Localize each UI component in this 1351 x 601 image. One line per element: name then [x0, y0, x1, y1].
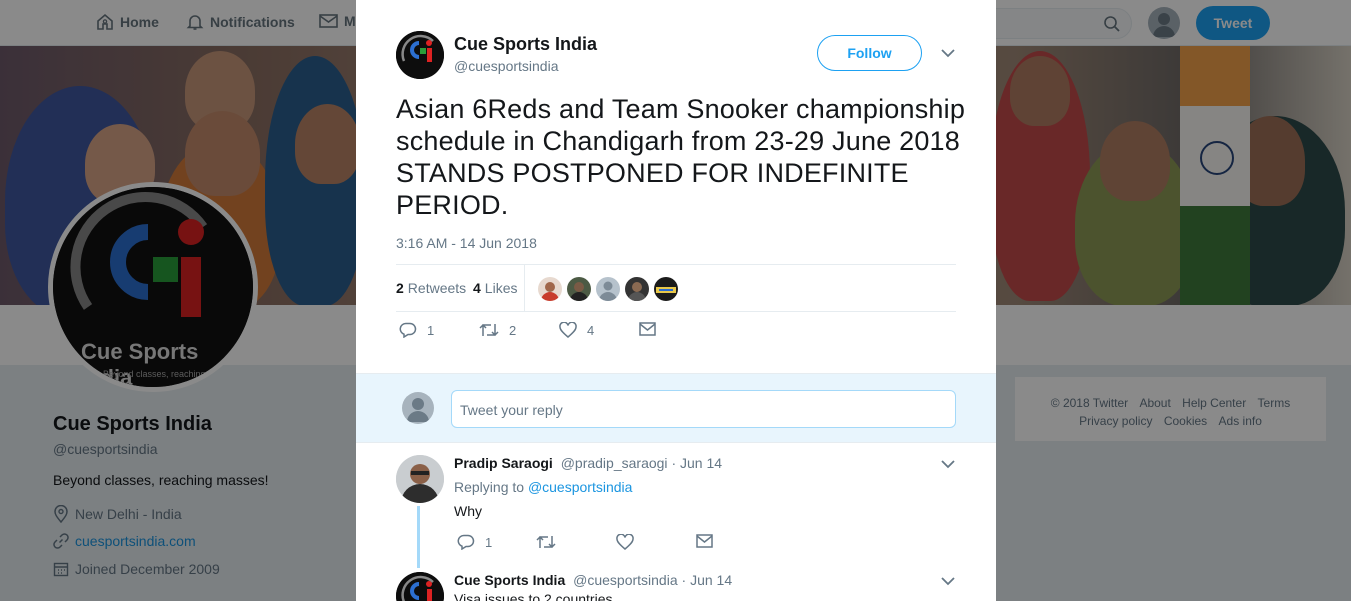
tweet-stats: 2 Retweets 4 Likes [396, 264, 956, 312]
reply-date[interactable]: · Jun 14 [682, 572, 733, 588]
liker-avatar[interactable] [567, 277, 591, 301]
reply-date[interactable]: · Jun 14 [671, 455, 722, 471]
default-user-icon [407, 398, 429, 422]
retweet-icon [536, 535, 556, 549]
reply-input[interactable]: Tweet your reply [451, 390, 956, 428]
cue-sports-india-logo [396, 31, 444, 79]
likes-stat[interactable]: 4 Likes [473, 280, 517, 296]
author-handle: @cuesportsindia [454, 58, 559, 74]
tweet-text: Asian 6Reds and Team Snooker championshi… [396, 94, 966, 220]
heart-icon [559, 322, 577, 338]
chevron-down-icon[interactable] [941, 459, 955, 469]
author-name[interactable]: Cue Sports India [454, 34, 597, 55]
like-button[interactable] [616, 534, 634, 550]
thread-connector-line [417, 506, 420, 568]
retweet-button[interactable] [536, 534, 556, 550]
direct-message-button[interactable] [639, 322, 656, 336]
reply-author-handle: @cuesportsindia [573, 572, 678, 588]
reply-icon [457, 534, 475, 550]
follow-button[interactable]: Follow [817, 35, 922, 71]
tweet-timestamp[interactable]: 3:16 AM - 14 Jun 2018 [396, 235, 537, 251]
retweets-count: 2 [396, 280, 404, 296]
reply-text: Why [454, 503, 482, 519]
like-button[interactable]: 4 [559, 322, 594, 338]
envelope-icon [639, 322, 656, 336]
reply-header: Pradip Saraogi @pradip_saraogi · Jun 14 [454, 455, 722, 471]
reply-header: Cue Sports India @cuesportsindia · Jun 1… [454, 572, 732, 588]
stats-divider [524, 265, 525, 311]
liker-avatar[interactable] [654, 277, 678, 301]
reply-author-name[interactable]: Cue Sports India [454, 572, 565, 588]
cue-sports-india-logo [396, 572, 444, 601]
retweet-button[interactable]: 2 [479, 322, 516, 338]
reply-author-avatar[interactable] [396, 572, 444, 601]
reply-count: 1 [485, 534, 493, 550]
envelope-icon [696, 534, 713, 548]
reply-author-name[interactable]: Pradip Saraogi [454, 455, 553, 471]
tweet-modal: Cue Sports India @cuesportsindia Follow … [356, 0, 996, 601]
reply-author-avatar[interactable] [396, 455, 444, 503]
user-photo [396, 455, 444, 503]
liker-avatar[interactable] [538, 277, 562, 301]
like-count: 4 [587, 322, 595, 338]
retweet-icon [479, 323, 499, 337]
chevron-down-icon[interactable] [941, 576, 955, 586]
reply-author-handle: @pradip_saraogi [560, 455, 668, 471]
liker-avatar[interactable] [596, 277, 620, 301]
likes-count: 4 [473, 280, 481, 296]
reply-text: Visa issues to 2 countries [454, 591, 613, 601]
chevron-down-icon[interactable] [941, 48, 955, 58]
author-avatar[interactable] [396, 31, 444, 79]
retweets-label: Retweets [407, 280, 467, 296]
retweet-count: 2 [509, 322, 517, 338]
reply-icon [399, 322, 417, 338]
reply-button[interactable]: 1 [457, 534, 492, 550]
reply-composer: Tweet your reply [356, 373, 996, 443]
reply-user-avatar [402, 392, 434, 424]
direct-message-button[interactable] [696, 534, 713, 548]
replying-to-mention[interactable]: @cuesportsindia [528, 479, 633, 495]
liker-avatar[interactable] [625, 277, 649, 301]
reply-button[interactable]: 1 [399, 322, 434, 338]
heart-icon [616, 534, 634, 550]
reply-count: 1 [427, 322, 435, 338]
retweets-stat[interactable]: 2 Retweets [396, 280, 466, 296]
likes-label: Likes [484, 280, 518, 296]
replying-to: Replying to @cuesportsindia [454, 479, 632, 495]
replying-to-label: Replying to [454, 479, 525, 495]
reply-tweet[interactable]: Cue Sports India @cuesportsindia · Jun 1… [356, 560, 996, 601]
